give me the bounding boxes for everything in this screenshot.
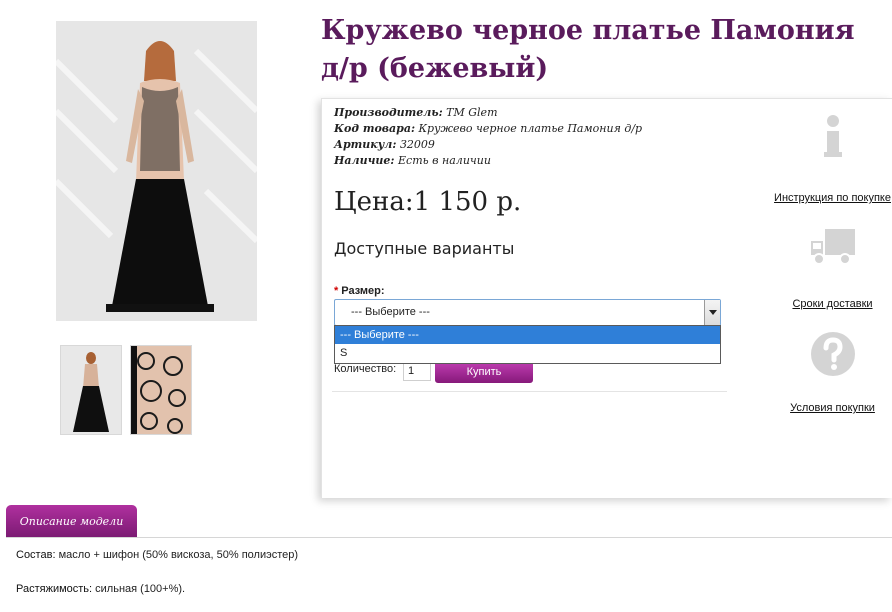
quantity-label: Количество:	[334, 363, 397, 375]
manufacturer-value: TM Glem	[446, 106, 498, 119]
code-label: Код товара:	[334, 122, 416, 135]
quantity-input[interactable]: 1	[403, 361, 431, 381]
stretch-value: сильная (100+%).	[95, 583, 186, 595]
composition-value: масло + шифон (50% вискоза, 50% полиэсте…	[58, 549, 299, 561]
buy-button[interactable]: Купить	[435, 361, 533, 383]
availability-value: Есть в наличии	[398, 154, 491, 167]
size-option-s[interactable]: S	[335, 344, 720, 362]
conditions-block: Условия покупки	[772, 331, 892, 414]
product-price: Цена:1 150 р.	[334, 187, 522, 217]
code-row: Код товара: Кружево черное платье Памони…	[334, 121, 642, 137]
manufacturer-row: Производитель: TM Glem	[334, 105, 642, 121]
product-main-image[interactable]	[56, 21, 257, 321]
availability-label: Наличие:	[334, 154, 395, 167]
conditions-link[interactable]: Условия покупки	[772, 402, 892, 414]
article-row: Артикул: 32009	[334, 137, 642, 153]
divider	[332, 391, 727, 392]
info-icon	[823, 115, 842, 157]
product-title: Кружево черное платье Памония д/р (бежев…	[321, 15, 855, 84]
delivery-link[interactable]: Сроки доставки	[772, 298, 892, 310]
product-meta: Производитель: TM Glem Код товара: Круже…	[334, 105, 642, 169]
instruction-block: Инструкция по покупке	[772, 115, 892, 204]
article-value: 32009	[399, 138, 435, 151]
variants-heading: Доступные варианты	[334, 239, 515, 258]
size-select[interactable]: --- Выберите ---	[334, 299, 721, 326]
product-thumbnail-back[interactable]	[60, 345, 122, 435]
stretch-label: Растяжимость:	[16, 583, 93, 595]
manufacturer-label: Производитель:	[334, 106, 443, 119]
product-info-panel: Производитель: TM Glem Код товара: Круже…	[321, 98, 892, 498]
delivery-block: Сроки доставки	[772, 227, 892, 310]
size-option-placeholder[interactable]: --- Выберите ---	[335, 326, 720, 344]
code-value: Кружево черное платье Памония д/р	[418, 122, 643, 135]
instruction-link[interactable]: Инструкция по покупке	[772, 192, 892, 204]
lace-detail-photo	[131, 346, 191, 434]
stretch-row: Растяжимость: сильная (100+%).	[16, 583, 185, 595]
dropdown-arrow-icon[interactable]	[704, 300, 720, 325]
composition-label: Состав:	[16, 549, 56, 561]
dress-back-photo	[61, 346, 121, 434]
article-label: Артикул:	[334, 138, 397, 151]
tab-divider	[6, 537, 892, 538]
availability-row: Наличие: Есть в наличии	[334, 153, 642, 169]
size-label-text: Размер:	[341, 285, 385, 297]
truck-icon	[810, 229, 855, 265]
product-thumbnail-lace[interactable]	[130, 345, 192, 435]
size-select-value: --- Выберите ---	[351, 306, 430, 318]
size-label: * Размер:	[334, 285, 385, 297]
composition-row: Состав: масло + шифон (50% вискоза, 50% …	[16, 549, 298, 561]
required-mark: *	[334, 285, 339, 297]
tab-model-description[interactable]: Описание модели	[6, 505, 137, 538]
size-dropdown-list: --- Выберите --- S	[334, 325, 721, 364]
dress-photo	[56, 21, 257, 321]
question-icon	[810, 332, 855, 376]
